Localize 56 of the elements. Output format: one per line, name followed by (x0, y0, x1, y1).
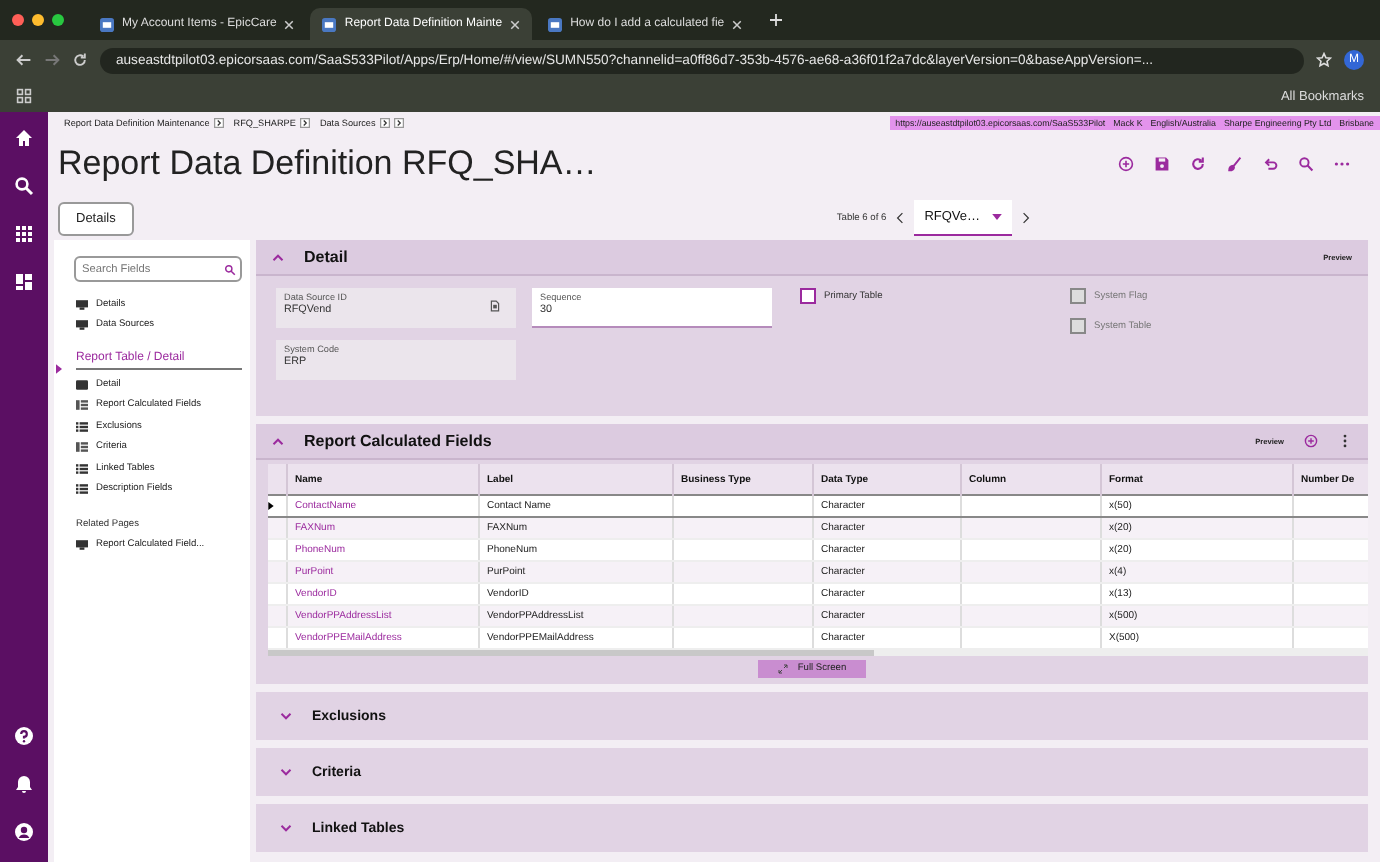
selected-marker-icon (56, 364, 62, 374)
chevron-icon[interactable] (280, 712, 292, 720)
reload-icon[interactable] (72, 52, 88, 68)
site-icon (100, 17, 114, 31)
more-icon[interactable] (1338, 434, 1352, 448)
page-title: Report Data Definition RFQ_SHA… (58, 144, 597, 184)
chevron-icon[interactable] (393, 117, 404, 127)
search-icon[interactable] (224, 263, 236, 275)
save-icon[interactable] (1154, 156, 1170, 172)
new-tab-icon[interactable] (770, 14, 783, 26)
collapse-icon[interactable] (272, 253, 284, 261)
bell-icon[interactable] (14, 774, 34, 794)
close-icon[interactable] (284, 19, 295, 29)
undo-icon[interactable] (1262, 156, 1278, 172)
user-icon[interactable] (14, 822, 34, 842)
monitor-icon (76, 539, 88, 550)
previous-icon[interactable] (896, 212, 905, 224)
list-icon (76, 421, 88, 432)
apps-icon[interactable] (16, 88, 32, 104)
chevron-icon[interactable] (213, 117, 224, 127)
brush-icon[interactable] (1226, 156, 1242, 172)
list-icon (76, 463, 88, 474)
monitor-icon (76, 320, 88, 331)
search-icon[interactable] (14, 176, 34, 196)
chevron-icon[interactable] (280, 824, 292, 832)
monitor-icon (76, 299, 88, 310)
grid-icon[interactable] (14, 224, 34, 244)
section-title: Detail (304, 248, 350, 266)
caret-icon[interactable] (992, 214, 1002, 220)
more-icon[interactable] (1334, 156, 1350, 172)
chevron-icon[interactable] (299, 117, 310, 127)
dashboard-icon[interactable] (14, 272, 34, 292)
refresh-icon[interactable] (1190, 156, 1206, 172)
form-icon (76, 379, 88, 390)
grid-icon (76, 400, 88, 411)
next-icon[interactable] (1022, 212, 1030, 224)
section-title: Report Calculated Fields (304, 432, 494, 450)
close-icon[interactable] (732, 19, 743, 29)
expand-icon[interactable] (777, 664, 788, 674)
row-indicator-icon (268, 502, 274, 510)
add-icon[interactable] (1118, 156, 1134, 172)
close-icon[interactable] (510, 19, 521, 29)
chevron-icon[interactable] (379, 117, 390, 127)
back-icon[interactable] (16, 52, 32, 68)
add-icon[interactable] (1304, 434, 1318, 448)
site-icon (548, 17, 563, 31)
site-icon (322, 17, 337, 31)
help-icon[interactable] (14, 726, 34, 746)
chevron-icon[interactable] (280, 768, 292, 776)
grid-icon (76, 442, 88, 453)
collapse-icon[interactable] (272, 437, 284, 445)
search-icon[interactable] (1298, 156, 1314, 172)
home-icon[interactable] (14, 128, 34, 148)
copy-icon[interactable] (490, 300, 500, 312)
star-icon[interactable] (1316, 52, 1332, 68)
list-icon (76, 484, 88, 495)
